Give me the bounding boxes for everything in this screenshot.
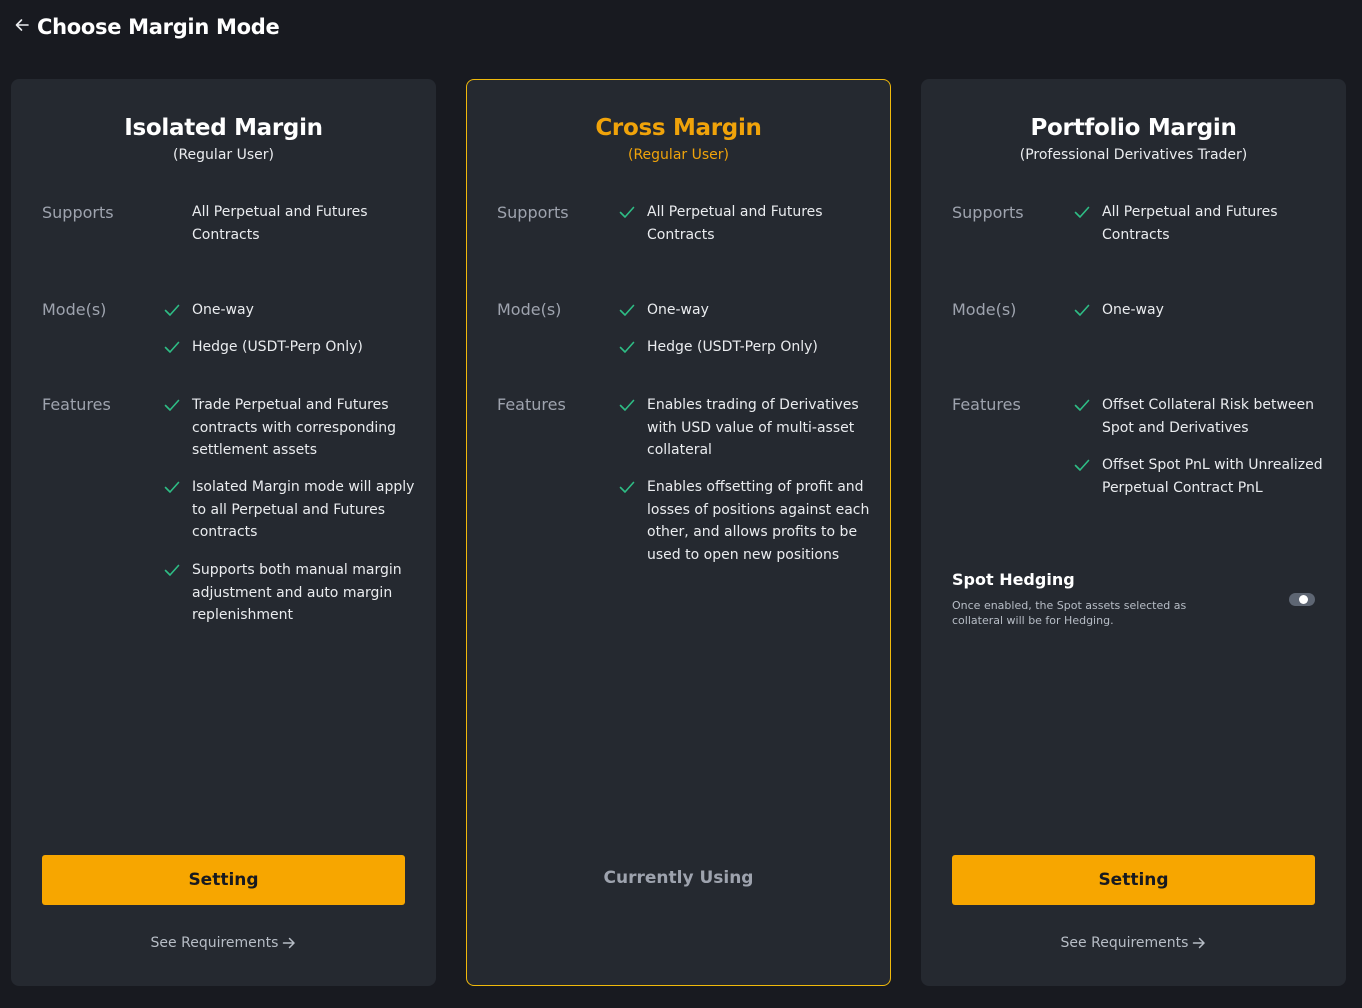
item-text: One-way	[647, 302, 709, 318]
modes-label: Mode(s)	[952, 300, 1017, 319]
check-icon	[1074, 304, 1090, 316]
feature-item: Offset Spot PnL with Unrealized Perpetua…	[1073, 457, 1328, 499]
item-text: Offset Collateral Risk between Spot and …	[1102, 397, 1314, 436]
mode-item: Hedge (USDT-Perp Only)	[163, 339, 418, 359]
card-title: Portfolio Margin	[1030, 115, 1237, 141]
card-subtitle: (Regular User)	[628, 147, 729, 163]
check-icon	[619, 206, 635, 218]
card-title: Isolated Margin	[124, 115, 323, 141]
feature-item: Isolated Margin mode will apply to all P…	[163, 479, 418, 544]
item-text: Enables offsetting of profit and losses …	[647, 479, 870, 563]
card-subtitle: (Regular User)	[173, 147, 274, 163]
arrow-right-icon	[1193, 937, 1206, 949]
check-icon	[619, 341, 635, 353]
supports-item: All Perpetual and Futures Contracts	[618, 204, 873, 246]
item-text: All Perpetual and Futures Contracts	[192, 204, 368, 243]
see-requirements-link[interactable]: See Requirements	[11, 935, 436, 951]
supports-item: All Perpetual and Futures Contracts	[163, 204, 418, 246]
item-text: Supports both manual margin adjustment a…	[192, 562, 402, 623]
toggle-knob	[1299, 595, 1308, 604]
item-text: One-way	[1102, 302, 1164, 318]
setting-button[interactable]: Setting	[42, 855, 405, 905]
see-requirements-label: See Requirements	[1060, 935, 1189, 951]
item-text: Enables trading of Derivatives with USD …	[647, 397, 859, 458]
card-title: Cross Margin	[595, 115, 762, 141]
check-icon	[619, 481, 635, 493]
see-requirements-label: See Requirements	[150, 935, 279, 951]
supports-label: Supports	[42, 203, 114, 222]
mode-item: One-way	[618, 302, 873, 322]
card-portfolio-margin: Portfolio Margin (Professional Derivativ…	[921, 79, 1346, 986]
back-button[interactable]	[12, 15, 32, 35]
card-isolated-margin: Isolated Margin (Regular User) Supports …	[11, 79, 436, 986]
spot-hedging-description: Once enabled, the Spot assets selected a…	[952, 599, 1187, 627]
features-label: Features	[952, 395, 1021, 414]
feature-item: Trade Perpetual and Futures contracts wi…	[163, 397, 418, 462]
feature-item: Enables trading of Derivatives with USD …	[618, 397, 873, 462]
features-label: Features	[42, 395, 111, 414]
setting-button[interactable]: Setting	[952, 855, 1315, 905]
check-icon	[164, 399, 180, 411]
check-icon	[1074, 399, 1090, 411]
item-text: One-way	[192, 302, 254, 318]
supports-label: Supports	[952, 203, 1024, 222]
spot-hedging-title: Spot Hedging	[952, 570, 1075, 589]
page-header: Choose Margin Mode	[12, 10, 280, 44]
check-icon	[164, 341, 180, 353]
check-icon	[619, 399, 635, 411]
check-icon	[164, 304, 180, 316]
modes-label: Mode(s)	[497, 300, 562, 319]
card-subtitle: (Professional Derivatives Trader)	[1019, 147, 1248, 163]
item-text: Offset Spot PnL with Unrealized Perpetua…	[1102, 457, 1323, 496]
mode-item: One-way	[163, 302, 418, 322]
supports-item: All Perpetual and Futures Contracts	[1073, 204, 1328, 246]
feature-item: Supports both manual margin adjustment a…	[163, 562, 418, 627]
arrow-left-icon	[15, 19, 29, 31]
mode-item: One-way	[1073, 302, 1328, 322]
check-icon	[619, 304, 635, 316]
page-title: Choose Margin Mode	[37, 15, 280, 39]
feature-item: Enables offsetting of profit and losses …	[618, 479, 873, 566]
item-text: All Perpetual and Futures Contracts	[647, 204, 823, 243]
features-label: Features	[497, 395, 566, 414]
item-text: All Perpetual and Futures Contracts	[1102, 204, 1278, 243]
check-icon	[1074, 206, 1090, 218]
modes-label: Mode(s)	[42, 300, 107, 319]
card-cross-margin: Cross Margin (Regular User) Supports All…	[466, 79, 891, 986]
check-icon	[164, 564, 180, 576]
feature-item: Offset Collateral Risk between Spot and …	[1073, 397, 1328, 439]
item-text: Isolated Margin mode will apply to all P…	[192, 479, 415, 540]
check-icon	[1074, 459, 1090, 471]
see-requirements-link[interactable]: See Requirements	[921, 935, 1346, 951]
mode-item: Hedge (USDT-Perp Only)	[618, 339, 873, 359]
item-text: Hedge (USDT-Perp Only)	[647, 339, 818, 355]
item-text: Trade Perpetual and Futures contracts wi…	[192, 397, 397, 458]
arrow-right-icon	[283, 937, 296, 949]
spot-hedging-toggle[interactable]	[1289, 593, 1315, 606]
supports-label: Supports	[497, 203, 569, 222]
check-icon	[164, 481, 180, 493]
currently-using-label: Currently Using	[603, 868, 754, 888]
item-text: Hedge (USDT-Perp Only)	[192, 339, 363, 355]
